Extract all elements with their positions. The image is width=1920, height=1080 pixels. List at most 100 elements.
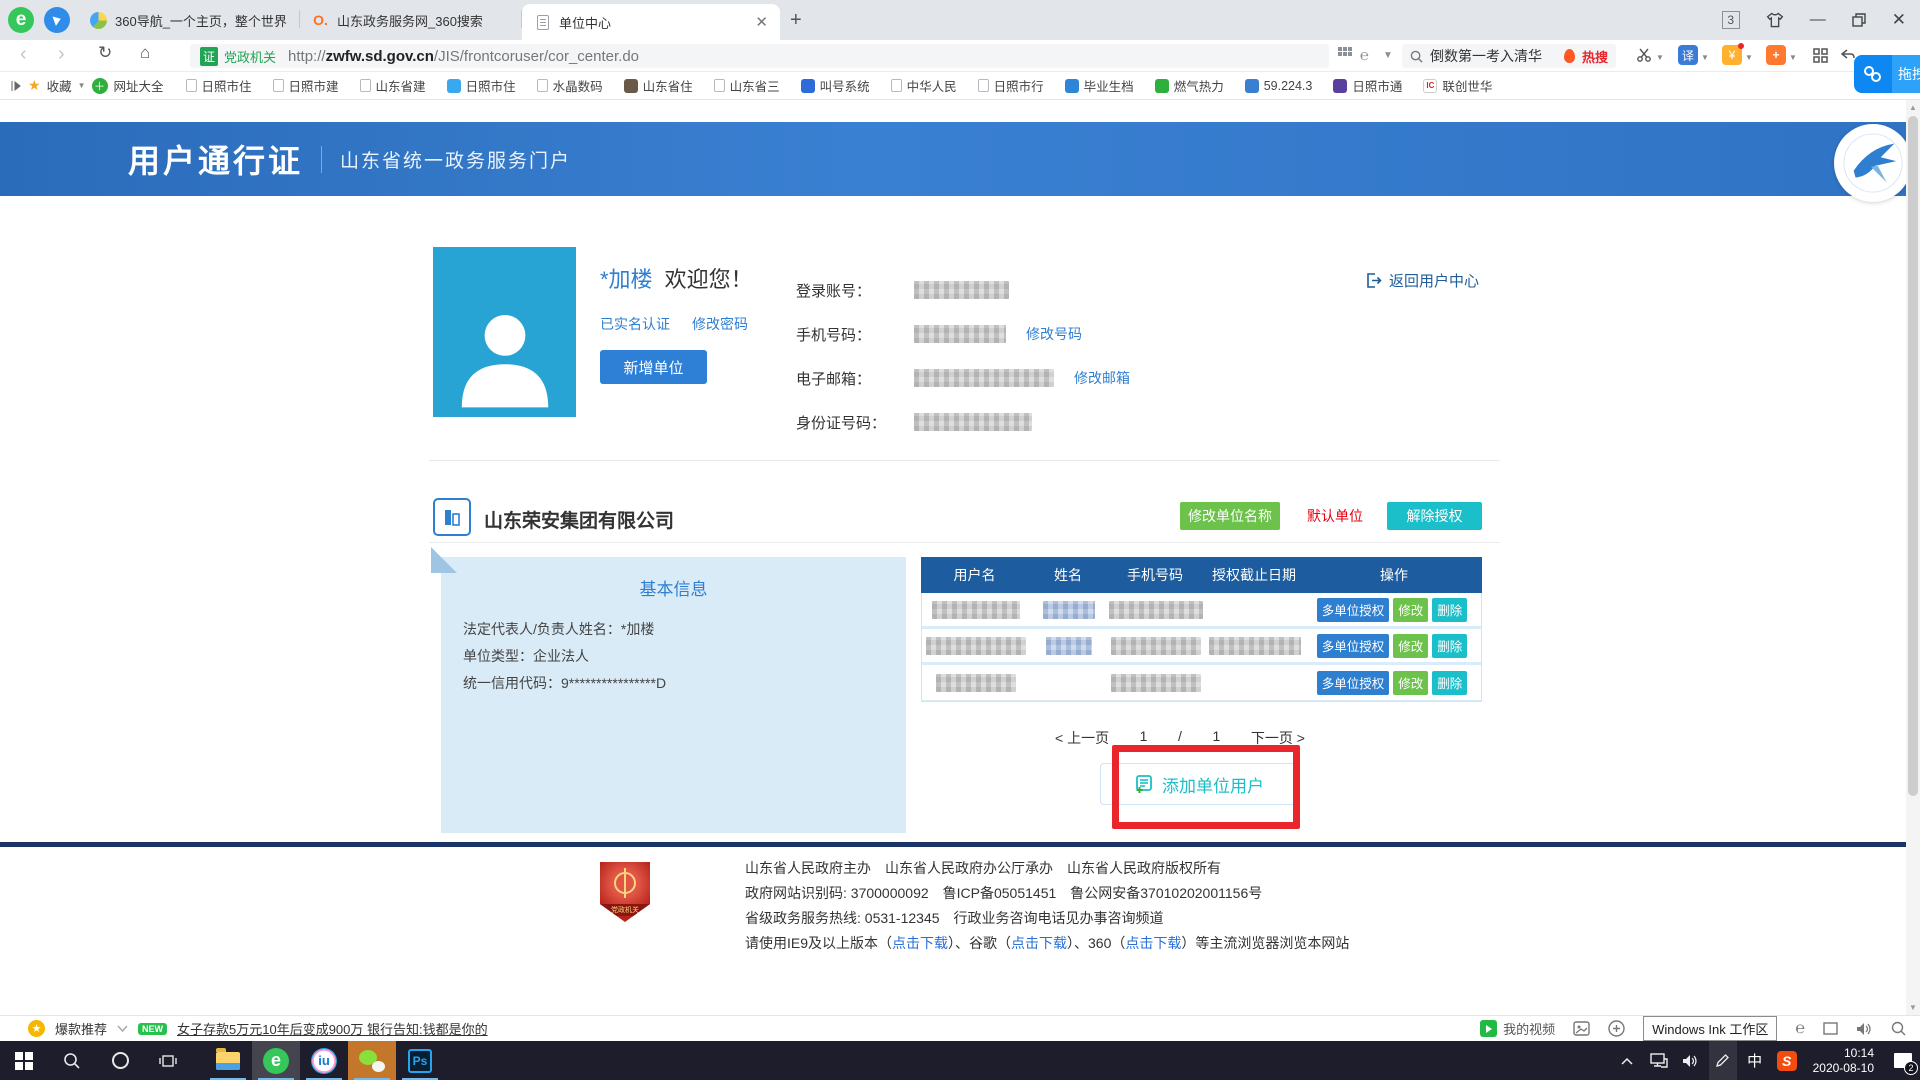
chevron-down-icon[interactable]: ▼: [1383, 50, 1393, 61]
bookmark-item[interactable]: 山东省住: [624, 76, 693, 95]
zoom-search-icon[interactable]: [1891, 1021, 1906, 1036]
bookmark-item[interactable]: 日照市住: [186, 76, 252, 95]
default-company-button[interactable]: 默认单位: [1296, 502, 1374, 530]
tab-close-icon[interactable]: ✕: [755, 13, 768, 31]
bookmarks-home-label[interactable]: 网址大全: [114, 76, 164, 95]
taskbar-search-button[interactable]: [48, 1041, 96, 1080]
home-icon[interactable]: ⌂: [140, 43, 150, 63]
new-tab-button[interactable]: +: [790, 9, 802, 32]
bookmark-item[interactable]: 59.224.3: [1245, 79, 1313, 93]
field-edit-link[interactable]: 修改号码: [1026, 324, 1082, 344]
row-action-button[interactable]: 删除: [1432, 598, 1467, 622]
close-button[interactable]: ✕: [1892, 10, 1906, 30]
screenshot-scissors-icon[interactable]: [1634, 45, 1654, 65]
my-video-button[interactable]: 我的视频: [1480, 1019, 1555, 1038]
scrollbar-thumb[interactable]: [1908, 116, 1918, 796]
translate-icon[interactable]: 译: [1678, 45, 1698, 65]
cortana-button[interactable]: [96, 1041, 144, 1080]
file-explorer-button[interactable]: [204, 1041, 252, 1080]
scroll-up-icon[interactable]: ▲: [1909, 103, 1917, 112]
add-circle-icon[interactable]: [1608, 1020, 1625, 1037]
wechat-button[interactable]: [348, 1041, 396, 1080]
back-icon[interactable]: ‹: [20, 43, 27, 66]
tab-count-badge[interactable]: 3: [1722, 11, 1740, 29]
page-scrollbar[interactable]: ▲ ▼: [1906, 100, 1920, 1015]
download-link[interactable]: 点击下载: [1125, 935, 1181, 951]
add-unit-user-button[interactable]: 添加单位用户: [1100, 763, 1298, 805]
refresh-icon[interactable]: ↻: [98, 43, 112, 63]
row-action-button[interactable]: 修改: [1393, 671, 1428, 695]
bookmark-item[interactable]: 燃气热力: [1155, 76, 1224, 95]
download-link[interactable]: 点击下载: [892, 935, 948, 951]
network-icon[interactable]: [1645, 1041, 1673, 1080]
row-action-button[interactable]: 修改: [1393, 634, 1428, 658]
iu-app-button[interactable]: iu: [300, 1041, 348, 1080]
speaker-icon[interactable]: [1856, 1022, 1873, 1036]
search-box[interactable]: 倒数第一考入清华 热搜: [1402, 44, 1616, 68]
browser-e-icon[interactable]: ℮: [1360, 47, 1369, 64]
dock-window-icon[interactable]: [1823, 1022, 1838, 1035]
layout-grid-icon[interactable]: [1338, 47, 1352, 61]
favorites-chevron-icon[interactable]: ▼: [78, 81, 86, 90]
row-action-button[interactable]: 多单位授权: [1317, 634, 1390, 658]
back-to-user-center-link[interactable]: 返回用户中心: [1365, 270, 1479, 291]
row-action-button[interactable]: 删除: [1432, 634, 1467, 658]
theme-shirt-icon[interactable]: [1766, 12, 1784, 28]
bookmark-item[interactable]: IC联创世华: [1423, 76, 1492, 95]
browser-e-status-icon[interactable]: ℮: [1795, 1020, 1805, 1038]
bookmark-item[interactable]: 叫号系统: [801, 76, 870, 95]
row-action-button[interactable]: 删除: [1432, 671, 1467, 695]
next-page-link[interactable]: 下一页 >: [1251, 728, 1305, 748]
expand-sidebar-icon[interactable]: [10, 80, 22, 92]
forward-icon[interactable]: ›: [58, 43, 65, 66]
news-headline-link[interactable]: 女子存款5万元10年后变成900万 银行告知:钱都是你的: [177, 1019, 488, 1038]
nav-plane-icon[interactable]: [44, 7, 70, 33]
bookmark-item[interactable]: 水晶数码: [537, 76, 603, 95]
bookmark-item[interactable]: 日照市行: [978, 76, 1044, 95]
prev-page-link[interactable]: < 上一页: [1055, 728, 1109, 748]
extensions-grid-icon[interactable]: [1810, 45, 1830, 65]
verified-link[interactable]: 已实名认证: [600, 314, 670, 334]
taskbar-clock[interactable]: 10:14 2020-08-10: [1805, 1046, 1882, 1076]
tab-search-result[interactable]: O. 山东政务服务网_360搜索: [300, 0, 522, 40]
ime-indicator[interactable]: 中: [1741, 1041, 1769, 1080]
tab-360-nav[interactable]: 360导航_一个主页，整个世界: [78, 0, 300, 40]
scroll-down-icon[interactable]: ▼: [1909, 1003, 1917, 1012]
wallet-icon[interactable]: ¥: [1722, 45, 1742, 65]
bookmark-item[interactable]: 山东省建: [360, 76, 426, 95]
minimize-button[interactable]: —: [1810, 11, 1826, 29]
tab-unit-center[interactable]: 单位中心 ✕: [522, 4, 780, 40]
row-action-button[interactable]: 多单位授权: [1317, 671, 1390, 695]
restore-button[interactable]: [1852, 13, 1866, 27]
browser-360-logo-icon[interactable]: e: [8, 7, 34, 33]
change-password-link[interactable]: 修改密码: [692, 314, 748, 334]
row-action-button[interactable]: 多单位授权: [1317, 598, 1390, 622]
revoke-auth-button[interactable]: 解除授权: [1387, 502, 1482, 530]
bookmark-item[interactable]: 日照市建: [273, 76, 339, 95]
360-browser-button[interactable]: e: [252, 1041, 300, 1080]
image-icon[interactable]: [1573, 1021, 1590, 1036]
bookmark-item[interactable]: 日照市通: [1333, 76, 1402, 95]
volume-icon[interactable]: [1677, 1041, 1705, 1080]
row-action-button[interactable]: 修改: [1393, 598, 1428, 622]
download-link[interactable]: 点击下载: [1011, 935, 1067, 951]
add-org-button[interactable]: 新增单位: [600, 350, 707, 384]
hot-search-label[interactable]: 热搜: [1582, 47, 1608, 66]
start-button[interactable]: [0, 1041, 48, 1080]
action-center-button[interactable]: 2: [1886, 1041, 1920, 1080]
task-view-button[interactable]: [144, 1041, 192, 1080]
rename-company-button[interactable]: 修改单位名称: [1180, 502, 1280, 530]
bookmark-item[interactable]: 毕业生档: [1065, 76, 1134, 95]
bookmark-item[interactable]: 中华人民: [891, 76, 957, 95]
netdisk-drag-widget[interactable]: 拖拽: [1854, 55, 1920, 93]
favorites-label[interactable]: 收藏: [47, 76, 72, 95]
url-field[interactable]: 证 党政机关 http://zwfw.sd.gov.cn/JIS/frontco…: [190, 44, 1329, 68]
game-center-icon[interactable]: +: [1766, 45, 1786, 65]
promo-label[interactable]: 爆款推荐: [55, 1019, 107, 1038]
tray-expand-icon[interactable]: [1613, 1041, 1641, 1080]
windows-ink-pen-icon[interactable]: [1709, 1041, 1737, 1080]
bookmark-item[interactable]: 日照市住: [447, 76, 516, 95]
photoshop-button[interactable]: Ps: [396, 1041, 444, 1080]
collapse-chevron-icon[interactable]: [117, 1025, 128, 1033]
bookmark-item[interactable]: 山东省三: [714, 76, 780, 95]
